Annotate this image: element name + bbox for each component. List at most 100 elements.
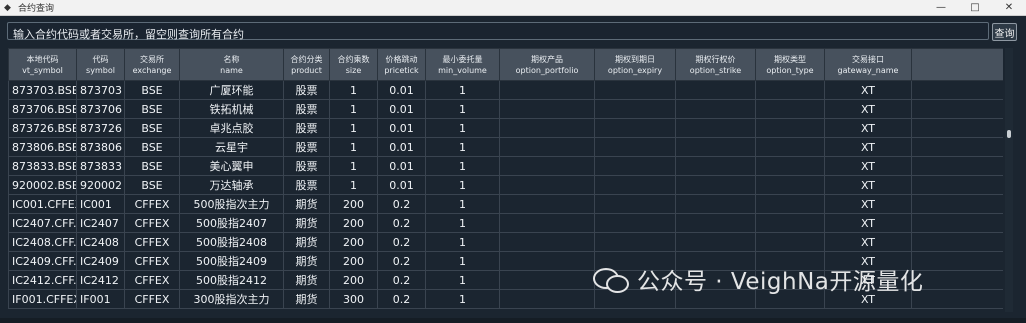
table-row[interactable]: 920002.BSE 920002 BSE 万达轴承 股票 1 0.01 1 XT (8, 175, 1003, 195)
header-label-en: option_type (766, 65, 814, 75)
cell-exchange: BSE (124, 80, 180, 100)
bottom-edge (0, 318, 1026, 323)
cell-min-volume: 1 (425, 270, 500, 290)
header-label-cn: 代码 (92, 54, 109, 64)
vertical-scrollbar[interactable] (1005, 48, 1013, 312)
cell-gateway-name: XT (824, 118, 912, 138)
cell-exchange: BSE (124, 156, 180, 176)
cell-symbol: IC2412 (76, 270, 125, 290)
table-row[interactable]: 873703.BSE 873703 BSE 广厦环能 股票 1 0.01 1 XT (8, 80, 1003, 100)
row-spacer (911, 80, 1003, 100)
column-header-min-volume[interactable]: 最小委托量 min_volume (425, 48, 500, 81)
header-label-cn: 价格跳动 (385, 54, 418, 64)
row-spacer (911, 99, 1003, 119)
cell-option-expiry (594, 213, 676, 233)
cell-vt-symbol: 873833.BSE (8, 156, 77, 176)
cell-product: 股票 (283, 175, 330, 195)
cell-product: 股票 (283, 156, 330, 176)
cell-size: 200 (329, 232, 378, 252)
table-row[interactable]: IC2407.CFF... IC2407 CFFEX 500股指2407 期货 200 0.… (8, 213, 1003, 233)
cell-symbol: 873706 (76, 99, 125, 119)
cell-name: 广厦环能 (179, 80, 284, 100)
table-header-row: 本地代码 vt_symbol 代码 symbol 交易所 exchange 名称 name 合约… (8, 48, 1003, 81)
cell-name: 万达轴承 (179, 175, 284, 195)
close-button[interactable]: ✕ (992, 0, 1026, 15)
cell-min-volume: 1 (425, 194, 500, 214)
cell-vt-symbol: IC001.CFFEX (8, 194, 77, 214)
column-header-pricetick[interactable]: 价格跳动 pricetick (377, 48, 426, 81)
cell-option-portfolio (499, 156, 595, 176)
watermark-text: 公众号 · VeighNa开源量化 (637, 269, 924, 295)
cell-size: 1 (329, 118, 378, 138)
table-row[interactable]: 873706.BSE 873706 BSE 铁拓机械 股票 1 0.01 1 XT (8, 99, 1003, 119)
header-label-cn: 交易接口 (852, 54, 884, 64)
column-header-size[interactable]: 合约乘数 size (329, 48, 378, 81)
symbol-search-field[interactable] (7, 22, 989, 43)
column-header-symbol[interactable]: 代码 symbol (76, 48, 125, 81)
cell-option-type (755, 156, 825, 176)
cell-pricetick: 0.2 (377, 232, 426, 252)
header-spacer (911, 48, 1003, 81)
column-header-exchange[interactable]: 交易所 exchange (124, 48, 180, 81)
cell-size: 1 (329, 175, 378, 195)
cell-option-type (755, 80, 825, 100)
cell-name: 500股指2412 (179, 270, 284, 290)
cell-option-expiry (594, 137, 676, 157)
cell-size: 200 (329, 213, 378, 233)
cell-option-portfolio (499, 270, 595, 290)
table-row[interactable]: IC001.CFFEX IC001 CFFEX 500股指次主力 期货 200 0.2 1 XT (8, 194, 1003, 214)
cell-option-strike (675, 213, 756, 233)
cell-exchange: BSE (124, 137, 180, 157)
cell-gateway-name: XT (824, 80, 912, 100)
column-header-option-strike[interactable]: 期权行权价 option_strike (675, 48, 756, 81)
cell-vt-symbol: IF001.CFFEX (8, 289, 77, 309)
search-input[interactable] (8, 26, 988, 43)
cell-size: 200 (329, 194, 378, 214)
cell-symbol: IC2408 (76, 232, 125, 252)
table-row[interactable]: 873833.BSE 873833 BSE 美心翼申 股票 1 0.01 1 XT (8, 156, 1003, 176)
table-row[interactable]: 873806.BSE 873806 BSE 云星宇 股票 1 0.01 1 XT (8, 137, 1003, 157)
cell-option-portfolio (499, 80, 595, 100)
row-spacer (911, 289, 1003, 309)
column-header-gateway-name[interactable]: 交易接口 gateway_name (824, 48, 912, 81)
column-header-product[interactable]: 合约分类 product (283, 48, 330, 81)
cell-min-volume: 1 (425, 137, 500, 157)
column-header-option-expiry[interactable]: 期权到期日 option_expiry (594, 48, 676, 81)
cell-option-strike (675, 118, 756, 138)
cell-option-strike (675, 175, 756, 195)
cell-option-expiry (594, 156, 676, 176)
table-row[interactable]: IC2408.CFF... IC2408 CFFEX 500股指2408 期货 200 0.… (8, 232, 1003, 252)
scrollbar-thumb[interactable] (1007, 130, 1011, 138)
cell-min-volume: 1 (425, 251, 500, 271)
minimize-button[interactable]: — (924, 0, 958, 15)
cell-option-strike (675, 99, 756, 119)
cell-min-volume: 1 (425, 99, 500, 119)
column-header-name[interactable]: 名称 name (179, 48, 284, 81)
column-header-option-portfolio[interactable]: 期权产品 option_portfolio (499, 48, 595, 81)
column-header-option-type[interactable]: 期权类型 option_type (755, 48, 825, 81)
header-label-en: option_strike (689, 65, 742, 75)
cell-pricetick: 0.2 (377, 289, 426, 309)
cell-pricetick: 0.01 (377, 156, 426, 176)
wechat-icon (593, 266, 629, 293)
cell-vt-symbol: 920002.BSE (8, 175, 77, 195)
cell-name: 美心翼申 (179, 156, 284, 176)
header-label-cn: 期权产品 (531, 54, 563, 64)
query-button[interactable]: 查询 (992, 23, 1017, 41)
header-label-en: vt_symbol (22, 65, 63, 75)
cell-gateway-name: XT (824, 194, 912, 214)
cell-symbol: 920002 (76, 175, 125, 195)
cell-symbol: IC001 (76, 194, 125, 214)
cell-option-expiry (594, 118, 676, 138)
table-row[interactable]: 873726.BSE 873726 BSE 卓兆点胶 股票 1 0.01 1 XT (8, 118, 1003, 138)
cell-symbol: 873726 (76, 118, 125, 138)
column-header-vt-symbol[interactable]: 本地代码 vt_symbol (8, 48, 77, 81)
cell-option-portfolio (499, 175, 595, 195)
cell-option-strike (675, 80, 756, 100)
cell-vt-symbol: IC2407.CFF... (8, 213, 77, 233)
maximize-button[interactable]: □ (958, 0, 992, 15)
row-spacer (911, 194, 1003, 214)
cell-min-volume: 1 (425, 213, 500, 233)
window-title: 合约查询 (18, 4, 55, 14)
cell-option-expiry (594, 194, 676, 214)
